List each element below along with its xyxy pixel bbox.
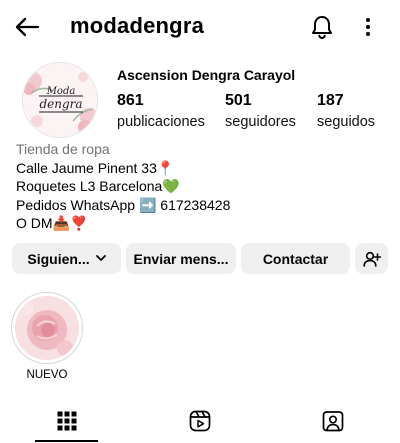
- suggested-people-button[interactable]: [355, 243, 388, 274]
- stat-posts-label: publicaciones: [117, 114, 205, 130]
- stat-following-value: 187: [317, 92, 344, 109]
- tab-reels[interactable]: [133, 398, 266, 443]
- highlight-cover: [15, 296, 79, 360]
- bio-line: Roquetes L3 Barcelona💚: [16, 178, 180, 195]
- avatar-logo-line-1: Moda: [46, 86, 76, 97]
- top-bar: modadengra: [0, 0, 400, 54]
- profile-avatar[interactable]: Moda dengra: [22, 62, 98, 138]
- arrow-left-icon: [15, 17, 40, 37]
- rose-image: [15, 296, 79, 360]
- more-options-button[interactable]: [356, 13, 380, 41]
- bio-line: O DM📥❣️: [16, 215, 88, 232]
- avatar-logo-image: Moda dengra: [23, 63, 97, 137]
- bell-icon: [312, 16, 332, 40]
- story-highlight[interactable]: [11, 292, 83, 364]
- highlight-label: NUEVO: [26, 369, 68, 381]
- notifications-button[interactable]: [308, 13, 336, 41]
- chevron-down-icon: [95, 255, 106, 261]
- reels-icon: [189, 410, 210, 431]
- active-tab-indicator: [35, 440, 98, 442]
- stat-posts[interactable]: 861 publicaciones: [117, 91, 205, 133]
- stat-followers-label: seguidores: [225, 114, 296, 130]
- add-person-icon: [362, 251, 381, 267]
- avatar-logo-line-2: dengra: [39, 97, 82, 111]
- contact-button-label: Contactar: [262, 250, 329, 267]
- stat-following[interactable]: 187 seguidos: [317, 91, 375, 133]
- profile-category: Tienda de ropa: [16, 141, 110, 157]
- back-button[interactable]: [12, 14, 42, 40]
- message-button-label: Enviar mens...: [133, 250, 229, 267]
- profile-username: modadengra: [70, 13, 205, 38]
- tab-posts-grid[interactable]: [0, 398, 133, 443]
- message-button[interactable]: Enviar mens...: [126, 243, 236, 274]
- stat-following-label: seguidos: [317, 114, 376, 130]
- tab-tagged[interactable]: [266, 398, 399, 443]
- stat-followers[interactable]: 501 seguidores: [225, 91, 296, 133]
- tagged-icon: [322, 410, 343, 431]
- content-tabs: [0, 398, 400, 443]
- contact-button[interactable]: Contactar: [241, 243, 350, 274]
- bio-line[interactable]: Pedidos WhatsApp ➡️ 617238428: [16, 196, 386, 215]
- bio-line: Calle Jaume Pinent 33📍: [16, 159, 175, 176]
- grid-icon: [57, 411, 76, 430]
- profile-bio: Tienda de ropa Calle Jaume Pinent 33📍 Ro…: [16, 140, 386, 233]
- vertical-dots-icon: [366, 18, 370, 36]
- stat-followers-value: 501: [225, 92, 252, 109]
- profile-full-name: Ascension Dengra Carayol: [117, 67, 296, 83]
- stat-posts-value: 861: [117, 92, 144, 109]
- following-button[interactable]: Siguien...: [12, 243, 121, 274]
- following-button-label: Siguien...: [27, 250, 90, 267]
